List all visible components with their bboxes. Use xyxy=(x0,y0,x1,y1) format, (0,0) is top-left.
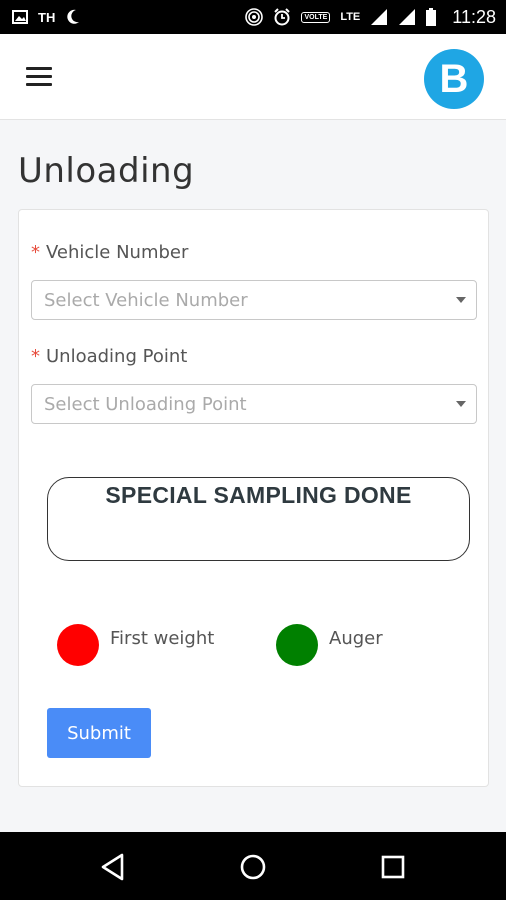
hotspot-icon xyxy=(245,8,264,26)
unloading-point-label: * Unloading Point xyxy=(31,346,187,367)
signal-icon xyxy=(371,9,388,25)
status-bar-right: VOLTE LTE 11:28 xyxy=(245,7,496,28)
hamburger-menu-icon[interactable] xyxy=(26,67,52,87)
battery-icon xyxy=(426,8,437,26)
first-weight-indicator xyxy=(57,624,99,666)
first-weight-label: First weight xyxy=(110,628,215,649)
status-bar-left: TH xyxy=(12,8,81,26)
submit-button[interactable]: Submit xyxy=(47,708,151,758)
clock: 11:28 xyxy=(452,6,496,27)
app-logo: B xyxy=(424,49,484,109)
vehicle-number-label-text: Vehicle Number xyxy=(46,242,189,263)
unloading-point-placeholder: Select Unloading Point xyxy=(44,393,247,415)
chevron-down-icon xyxy=(456,401,466,407)
alarm-icon xyxy=(274,8,291,26)
recents-icon[interactable] xyxy=(376,850,410,884)
required-marker: * xyxy=(31,346,40,367)
back-icon[interactable] xyxy=(96,850,130,884)
chevron-down-icon xyxy=(456,297,466,303)
signal-icon-2 xyxy=(399,9,416,25)
volte-badge: VOLTE xyxy=(301,11,331,23)
home-icon[interactable] xyxy=(236,850,270,884)
system-nav-bar xyxy=(0,832,506,900)
auger-label: Auger xyxy=(329,628,383,649)
unloading-point-select[interactable]: Select Unloading Point xyxy=(31,384,477,424)
banner-text: SPECIAL SAMPLING DONE xyxy=(105,482,412,508)
carrier-label: TH xyxy=(38,9,56,25)
unloading-form-card: * Vehicle Number Select Vehicle Number * U… xyxy=(18,209,489,787)
moon-icon xyxy=(67,9,80,24)
status-bar: TH VOLTE LTE 11:28 xyxy=(0,0,506,34)
app-header: B xyxy=(0,34,506,120)
image-icon xyxy=(12,10,28,24)
page-title: Unloading xyxy=(18,150,195,191)
required-marker: * xyxy=(31,242,40,263)
unloading-point-label-text: Unloading Point xyxy=(46,346,188,367)
lte-label: LTE xyxy=(340,11,361,23)
vehicle-number-placeholder: Select Vehicle Number xyxy=(44,289,248,311)
auger-indicator xyxy=(276,624,318,666)
vehicle-number-select[interactable]: Select Vehicle Number xyxy=(31,280,477,320)
vehicle-number-label: * Vehicle Number xyxy=(31,242,188,263)
special-sampling-banner: SPECIAL SAMPLING DONE xyxy=(47,477,470,561)
